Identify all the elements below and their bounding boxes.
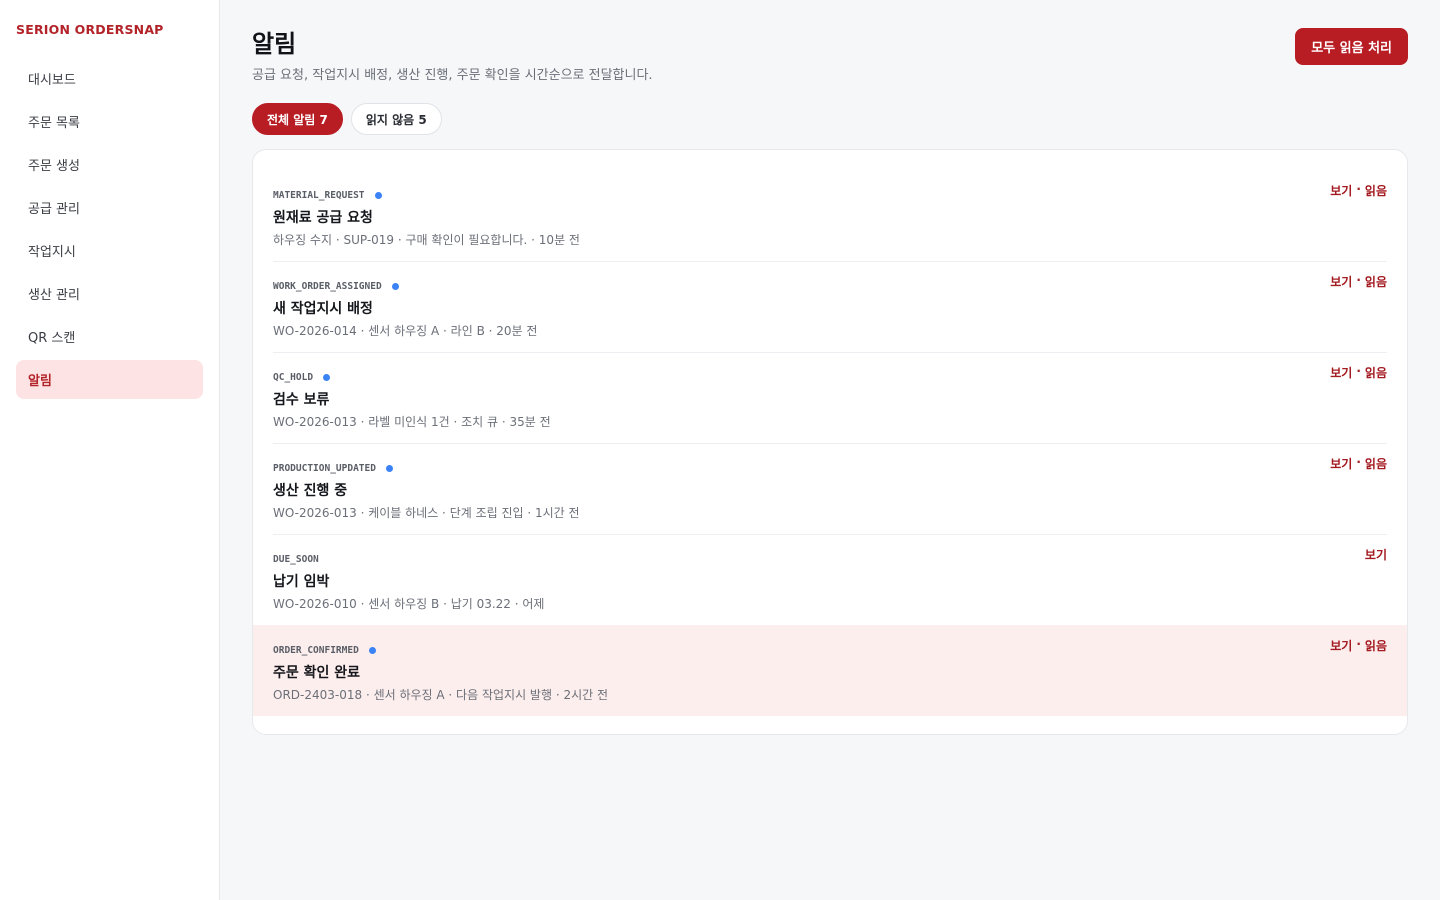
notification-title: 주문 확인 완료 [273, 665, 361, 681]
unread-dot-icon [385, 464, 393, 472]
notification-list: MATERIAL_REQUEST 원재료 공급 요청 하우징 수지 · SUP-… [252, 149, 1408, 735]
notification-item-highlighted[interactable]: ORDER_CONFIRMED 주문 확인 완료 ORD-2403-018 · … [253, 625, 1407, 716]
notification-title: 원재료 공급 요청 [273, 210, 373, 226]
notification-title: 납기 임박 [273, 574, 330, 590]
filter-all-tab[interactable]: 전체 알림 7 [252, 103, 343, 135]
notification-item[interactable]: QC_HOLD 검수 보류 WO-2026-013 · 라벨 미인식 1건 · … [253, 352, 1407, 443]
sidebar-item-order-list[interactable]: 주문 목록 [16, 102, 203, 141]
action-separator: · [1356, 637, 1361, 651]
notification-actions: 보기 [1365, 546, 1387, 563]
unread-dot-icon [323, 373, 331, 381]
notification-meta: WO-2026-013 · 케이블 하네스 · 단계 조립 진입 · 1시간 전 [273, 506, 580, 520]
notification-type: MATERIAL_REQUEST [273, 188, 1387, 202]
notification-actions: 보기 · 읽음 [1330, 182, 1387, 199]
notification-type-label: QC_HOLD [273, 371, 314, 383]
sidebar: SERION ORDERSNAP 대시보드 주문 목록 주문 생성 공급 관리 … [0, 0, 220, 900]
sidebar-nav: 대시보드 주문 목록 주문 생성 공급 관리 작업지시 생산 관리 QR 스캔 … [16, 59, 203, 399]
view-link[interactable]: 보기 [1330, 455, 1352, 472]
sidebar-item-qr-scan[interactable]: QR 스캔 [16, 317, 203, 356]
filter-tabs: 전체 알림 7 읽지 않음 5 [252, 103, 1408, 135]
notification-meta: WO-2026-014 · 센서 하우징 A · 라인 B · 20분 전 [273, 324, 538, 338]
notification-actions: 보기 · 읽음 [1330, 455, 1387, 472]
sidebar-item-dashboard[interactable]: 대시보드 [16, 59, 203, 98]
header-text: 알림 공급 요청, 작업지시 배정, 생산 진행, 주문 확인을 시간순으로 전… [252, 28, 653, 83]
notification-meta: 하우징 수지 · SUP-019 · 구매 확인이 필요합니다. · 10분 전 [273, 233, 580, 247]
notification-meta: WO-2026-013 · 라벨 미인식 1건 · 조치 큐 · 35분 전 [273, 415, 551, 429]
notification-type-label: ORDER_CONFIRMED [273, 644, 359, 656]
notification-item[interactable]: WORK_ORDER_ASSIGNED 새 작업지시 배정 WO-2026-01… [253, 261, 1407, 352]
notification-type: WORK_ORDER_ASSIGNED [273, 279, 1387, 293]
page-title: 알림 [252, 30, 297, 58]
mark-read-link[interactable]: 읽음 [1365, 364, 1387, 381]
notification-actions: 보기 · 읽음 [1330, 364, 1387, 381]
action-separator: · [1356, 455, 1361, 469]
action-separator: · [1356, 273, 1361, 287]
app-root: SERION ORDERSNAP 대시보드 주문 목록 주문 생성 공급 관리 … [0, 0, 1440, 900]
page-header: 알림 공급 요청, 작업지시 배정, 생산 진행, 주문 확인을 시간순으로 전… [252, 28, 1408, 83]
sidebar-item-production[interactable]: 생산 관리 [16, 274, 203, 313]
notification-type: PRODUCTION_UPDATED [273, 461, 1387, 475]
notification-title: 생산 진행 중 [273, 483, 348, 499]
mark-read-link[interactable]: 읽음 [1365, 273, 1387, 290]
mark-read-link[interactable]: 읽음 [1365, 455, 1387, 472]
unread-dot-icon [374, 191, 382, 199]
notification-type-label: WORK_ORDER_ASSIGNED [273, 280, 382, 292]
view-link[interactable]: 보기 [1330, 273, 1352, 290]
view-link[interactable]: 보기 [1330, 364, 1352, 381]
notification-type: QC_HOLD [273, 370, 1387, 384]
notification-type: DUE_SOON [273, 552, 1387, 566]
view-link[interactable]: 보기 [1365, 546, 1387, 563]
notification-type-label: DUE_SOON [273, 553, 319, 565]
action-separator: · [1356, 182, 1361, 196]
page-subtitle: 공급 요청, 작업지시 배정, 생산 진행, 주문 확인을 시간순으로 전달합니… [252, 68, 653, 83]
sidebar-item-notifications[interactable]: 알림 [16, 360, 203, 399]
notification-meta: WO-2026-010 · 센서 하우징 B · 납기 03.22 · 어제 [273, 597, 545, 611]
notification-actions: 보기 · 읽음 [1330, 273, 1387, 290]
sidebar-item-create-order[interactable]: 주문 생성 [16, 145, 203, 184]
notification-type-label: MATERIAL_REQUEST [273, 189, 365, 201]
notification-type-label: PRODUCTION_UPDATED [273, 462, 376, 474]
notification-meta: ORD-2403-018 · 센서 하우징 A · 다음 작업지시 발행 · 2… [273, 688, 609, 702]
view-link[interactable]: 보기 [1330, 182, 1352, 199]
notification-item[interactable]: DUE_SOON 납기 임박 WO-2026-010 · 센서 하우징 B · … [253, 534, 1407, 625]
sidebar-item-supply[interactable]: 공급 관리 [16, 188, 203, 227]
notification-item[interactable]: PRODUCTION_UPDATED 생산 진행 중 WO-2026-013 ·… [253, 443, 1407, 534]
mark-all-read-button[interactable]: 모두 읽음 처리 [1295, 28, 1408, 65]
filter-unread-tab[interactable]: 읽지 않음 5 [350, 103, 442, 135]
unread-dot-icon [391, 282, 399, 290]
brand-logo[interactable]: SERION ORDERSNAP [16, 22, 203, 37]
notification-title: 새 작업지시 배정 [273, 301, 373, 317]
view-link[interactable]: 보기 [1330, 637, 1352, 654]
action-separator: · [1356, 364, 1361, 378]
main-content: 알림 공급 요청, 작업지시 배정, 생산 진행, 주문 확인을 시간순으로 전… [220, 0, 1440, 900]
notification-title: 검수 보류 [273, 392, 330, 408]
unread-dot-icon [368, 646, 376, 654]
notification-item[interactable]: MATERIAL_REQUEST 원재료 공급 요청 하우징 수지 · SUP-… [253, 170, 1407, 261]
mark-read-link[interactable]: 읽음 [1365, 637, 1387, 654]
notification-actions: 보기 · 읽음 [1330, 637, 1387, 654]
notification-type: ORDER_CONFIRMED [273, 643, 1387, 657]
sidebar-item-work-orders[interactable]: 작업지시 [16, 231, 203, 270]
mark-read-link[interactable]: 읽음 [1365, 182, 1387, 199]
